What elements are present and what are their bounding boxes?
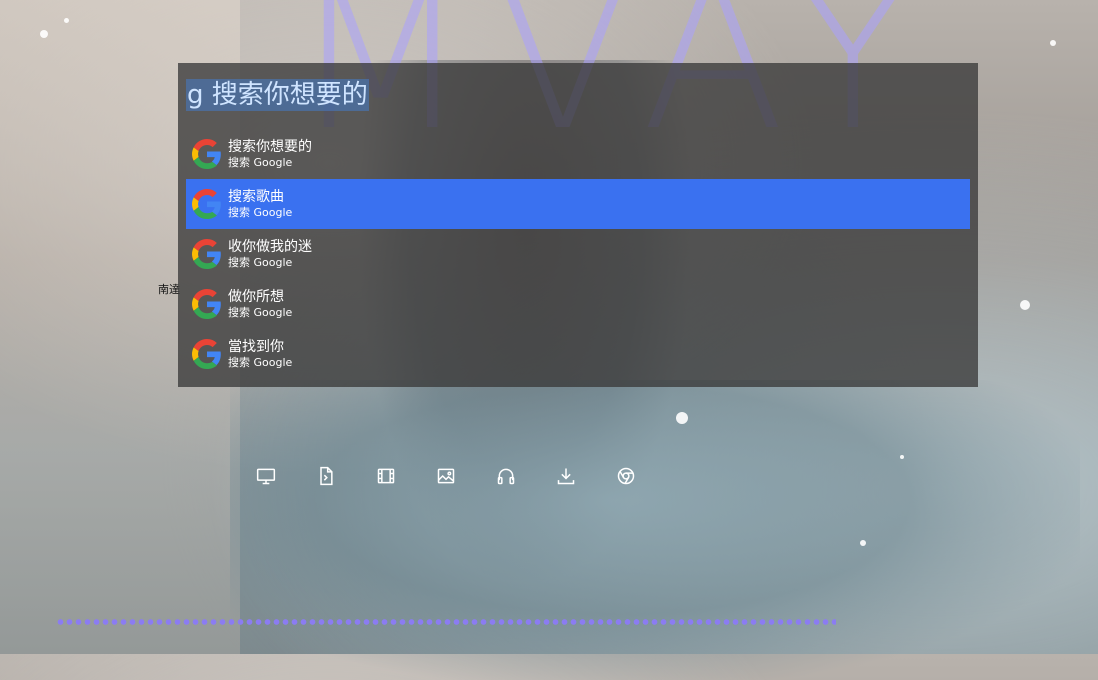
download-icon [557, 468, 575, 485]
suggestion-list: 搜索你想要的 搜索 Google 搜索歌曲 搜索 Google 收你做我的迷 搜… [186, 129, 970, 379]
document-icon [320, 466, 333, 486]
search-panel: g 搜索你想要的 搜索你想要的 搜索 Google 搜索歌曲 搜索 Google… [178, 63, 978, 387]
suggestion-text: 當找到你 [228, 338, 284, 355]
dock-bar [252, 462, 640, 494]
search-input[interactable]: g 搜索你想要的 [186, 79, 369, 111]
google-icon [192, 139, 221, 169]
dock-browser-button[interactable] [612, 462, 640, 490]
suggestion-item-selected[interactable]: 搜索歌曲 搜索 Google [186, 179, 970, 229]
dock-download-button[interactable] [552, 462, 580, 490]
suggestion-item[interactable]: 收你做我的迷 搜索 Google [186, 229, 970, 279]
film-icon [377, 468, 395, 484]
audio-visualizer [56, 618, 836, 626]
dock-music-button[interactable] [492, 462, 520, 490]
suggestion-text: 搜索歌曲 [228, 188, 284, 205]
search-query-text[interactable]: g 搜索你想要的 [186, 79, 369, 111]
desktop-icon-label[interactable]: 南達 [158, 281, 180, 297]
google-icon [192, 339, 221, 369]
google-icon [192, 239, 221, 269]
google-icon [192, 189, 221, 219]
suggestion-source: 搜索 Google [228, 155, 293, 169]
snowflake [1050, 40, 1056, 46]
suggestion-source: 搜索 Google [228, 205, 293, 219]
snowflake [64, 18, 69, 23]
snowflake [40, 30, 48, 38]
google-icon [192, 289, 221, 319]
background-dress [230, 380, 1080, 680]
suggestion-text: 搜索你想要的 [228, 138, 312, 155]
dock-image-button[interactable] [432, 462, 460, 490]
snowflake [1020, 300, 1030, 310]
suggestion-source: 搜索 Google [228, 255, 293, 269]
suggestion-item[interactable]: 當找到你 搜索 Google [186, 329, 970, 379]
suggestion-text: 收你做我的迷 [228, 238, 312, 255]
dock-document-button[interactable] [312, 462, 340, 490]
snowflake [900, 455, 904, 459]
dock-video-button[interactable] [372, 462, 400, 490]
suggestion-source: 搜索 Google [228, 305, 293, 319]
snowflake [860, 540, 866, 546]
snowflake [676, 412, 688, 424]
suggestion-source: 搜索 Google [228, 355, 293, 369]
headphones-icon [497, 468, 515, 485]
suggestion-item[interactable]: 做你所想 搜索 Google [186, 279, 970, 329]
suggestion-text: 做你所想 [228, 288, 284, 305]
chrome-icon [617, 467, 635, 485]
monitor-icon [256, 468, 276, 485]
suggestion-item[interactable]: 搜索你想要的 搜索 Google [186, 129, 970, 179]
image-icon [437, 468, 455, 484]
dock-desktop-button[interactable] [252, 462, 280, 490]
